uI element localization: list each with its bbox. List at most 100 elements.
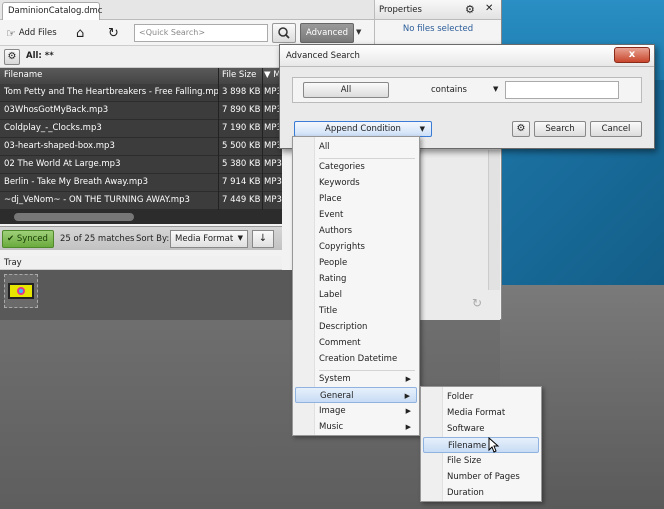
- menu-item-people[interactable]: People: [295, 255, 417, 271]
- menu-item-number-of-pages[interactable]: Number of Pages: [423, 469, 539, 485]
- properties-header: Properties ⚙ ✕: [375, 0, 501, 20]
- sort-direction-button[interactable]: ↓: [252, 230, 274, 248]
- document-tab[interactable]: DaminionCatalog.dmc: [2, 2, 102, 20]
- menu-item-event[interactable]: Event: [295, 207, 417, 223]
- menu-item-system[interactable]: System ▶: [295, 371, 417, 387]
- table-row[interactable]: 03-heart-shaped-box.mp3 5 500 KB MP3: [0, 138, 282, 156]
- menu-item-comment[interactable]: Comment: [295, 335, 417, 351]
- cell-file-size: 7 449 KB: [222, 195, 261, 205]
- horizontal-scrollbar[interactable]: [0, 210, 282, 224]
- menu-item-music[interactable]: Music ▶: [295, 419, 417, 435]
- dialog-title: Advanced Search: [286, 51, 360, 61]
- append-condition-button[interactable]: Append Condition ▼: [294, 121, 432, 137]
- advanced-button[interactable]: Advanced: [300, 23, 354, 43]
- advanced-dropdown-arrow-icon[interactable]: ▼: [356, 28, 361, 36]
- chevron-down-icon: ▼: [237, 234, 243, 242]
- sort-by-label: Sort By:: [136, 234, 170, 244]
- properties-title: Properties: [379, 5, 422, 15]
- menu-item-place[interactable]: Place: [295, 191, 417, 207]
- chevron-down-icon[interactable]: ▼: [493, 85, 498, 93]
- column-header-file-size[interactable]: File Size: [222, 70, 256, 80]
- menu-item-copyrights[interactable]: Copyrights: [295, 239, 417, 255]
- table-row[interactable]: 03WhosGotMyBack.mp3 7 890 KB MP3: [0, 102, 282, 120]
- filter-gear-icon[interactable]: ⚙: [4, 49, 20, 65]
- chevron-right-icon: ▶: [405, 375, 411, 383]
- refresh-icon[interactable]: ↻: [472, 296, 482, 310]
- cell-file-size: 7 914 KB: [222, 177, 261, 187]
- cell-filename: 03-heart-shaped-box.mp3: [4, 141, 115, 151]
- menu-item-label[interactable]: Label: [295, 287, 417, 303]
- toolbar: ☞ Add Files ⌂ ↻ <Quick Search> Advanced …: [0, 20, 374, 46]
- cancel-button[interactable]: Cancel: [590, 121, 642, 137]
- sort-select-value: Media Format: [175, 234, 234, 244]
- condition-value-input[interactable]: [505, 81, 619, 99]
- search-button[interactable]: [272, 23, 296, 43]
- menu-item-authors[interactable]: Authors: [295, 223, 417, 239]
- filter-row: ⚙ All: **: [0, 46, 282, 68]
- table-row[interactable]: Coldplay_-_Clocks.mp3 7 190 KB MP3: [0, 120, 282, 138]
- menu-item-filename[interactable]: Filename: [423, 437, 539, 453]
- checkmark-icon: ✔: [7, 234, 17, 244]
- refresh-icon[interactable]: ↻: [108, 23, 119, 43]
- quick-search-input[interactable]: <Quick Search>: [134, 24, 268, 42]
- add-files-icon: ☞: [6, 26, 16, 40]
- chevron-right-icon: ▶: [405, 423, 411, 431]
- submenu-label: General: [320, 391, 354, 401]
- field-button[interactable]: All: [303, 82, 389, 98]
- menu-item-title[interactable]: Title: [295, 303, 417, 319]
- menu-item-categories[interactable]: Categories: [295, 159, 417, 175]
- menu-item-software[interactable]: Software: [423, 421, 539, 437]
- menu-item-file-size[interactable]: File Size: [423, 453, 539, 469]
- menu-item-folder[interactable]: Folder: [423, 389, 539, 405]
- search-button[interactable]: Search: [534, 121, 586, 137]
- arrow-down-icon: ↓: [258, 233, 268, 244]
- add-files-button[interactable]: ☞ Add Files: [6, 23, 57, 43]
- cell-type: MP3: [264, 159, 282, 169]
- add-files-label: Add Files: [18, 28, 57, 38]
- column-divider[interactable]: [218, 68, 219, 210]
- menu-item-creation-datetime[interactable]: Creation Datetime: [295, 351, 417, 367]
- menu-item-media-format[interactable]: Media Format: [423, 405, 539, 421]
- table-row[interactable]: 02 The World At Large.mp3 5 380 KB MP3: [0, 156, 282, 174]
- table-row[interactable]: ~dj_VeNom~ - ON THE TURNING AWAY.mp3 7 4…: [0, 192, 282, 210]
- vertical-scrollbar[interactable]: [488, 150, 500, 290]
- dialog-titlebar: Advanced Search x: [280, 45, 654, 67]
- cell-filename: ~dj_VeNom~ - ON THE TURNING AWAY.mp3: [4, 195, 190, 205]
- field-menu: All Categories Keywords Place Event Auth…: [292, 136, 420, 436]
- menu-item-general[interactable]: General ▶: [295, 387, 417, 403]
- column-header-filename[interactable]: Filename: [4, 70, 42, 80]
- dialog-gear-icon[interactable]: ⚙: [512, 121, 530, 137]
- general-submenu: Folder Media Format Software Filename Fi…: [420, 386, 542, 502]
- column-divider[interactable]: [262, 68, 263, 210]
- filter-label: All: **: [26, 51, 54, 61]
- mouse-cursor-icon: [488, 436, 500, 456]
- file-list: Tom Petty and The Heartbreakers - Free F…: [0, 84, 282, 210]
- close-icon[interactable]: ✕: [485, 3, 493, 14]
- file-list-header: Filename File Size ▼ M: [0, 68, 282, 84]
- menu-item-image[interactable]: Image ▶: [295, 403, 417, 419]
- synced-button[interactable]: ✔ Synced: [2, 230, 54, 248]
- close-button[interactable]: x: [614, 47, 650, 63]
- menu-item-keywords[interactable]: Keywords: [295, 175, 417, 191]
- table-row[interactable]: Tom Petty and The Heartbreakers - Free F…: [0, 84, 282, 102]
- chevron-right-icon: ▶: [405, 407, 411, 415]
- gear-icon[interactable]: ⚙: [465, 3, 475, 16]
- home-icon[interactable]: ⌂: [76, 23, 84, 43]
- tray-label: Tray: [0, 256, 282, 270]
- scrollbar-thumb[interactable]: [14, 213, 134, 221]
- chevron-down-icon: ▼: [419, 125, 425, 133]
- menu-item-duration[interactable]: Duration: [423, 485, 539, 501]
- tray-thumbnail[interactable]: [4, 274, 38, 308]
- document-tabstrip: DaminionCatalog.dmc: [0, 0, 374, 20]
- cell-file-size: 5 500 KB: [222, 141, 261, 151]
- sort-select[interactable]: Media Format ▼: [170, 230, 248, 248]
- condition-row: All contains ▼: [292, 77, 642, 103]
- operator-select[interactable]: contains: [431, 85, 467, 95]
- menu-item-rating[interactable]: Rating: [295, 271, 417, 287]
- properties-empty-text: No files selected: [402, 24, 474, 34]
- menu-item-description[interactable]: Description: [295, 319, 417, 335]
- table-row[interactable]: Berlin - Take My Breath Away.mp3 7 914 K…: [0, 174, 282, 192]
- cell-filename: 02 The World At Large.mp3: [4, 159, 121, 169]
- match-count: 25 of 25 matches: [60, 234, 135, 244]
- menu-item-all[interactable]: All: [295, 139, 417, 155]
